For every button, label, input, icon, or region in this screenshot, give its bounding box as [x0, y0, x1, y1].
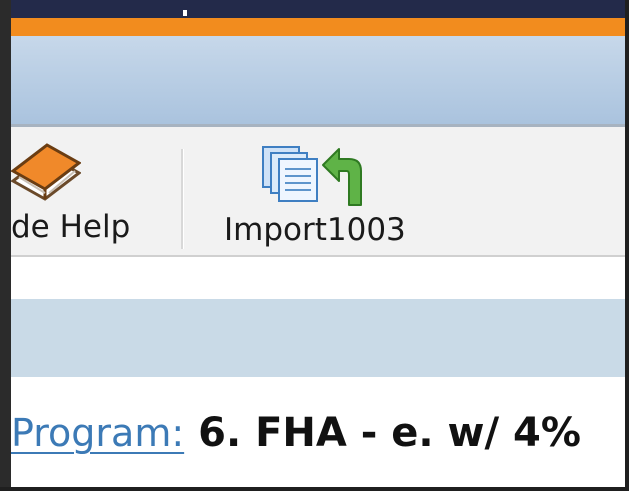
- title-strip: [11, 0, 629, 18]
- window-right-border: [625, 0, 629, 491]
- help-button[interactable]: de Help: [11, 127, 181, 253]
- spacer-band: [11, 257, 625, 299]
- ribbon-toolbar: de Help Import1003: [11, 127, 625, 257]
- app-window: de Help Import1003 Program: 6. FHA - e. …: [0, 0, 629, 491]
- toolbar-separator: [181, 149, 184, 249]
- import-1003-button[interactable]: Import1003: [211, 127, 431, 253]
- program-row: Program: 6. FHA - e. w/ 4%: [11, 413, 581, 453]
- loan-details-panel: Program: 6. FHA - e. w/ 4%: [11, 377, 625, 491]
- book-icon: [11, 141, 81, 201]
- help-button-label: de Help: [11, 209, 131, 245]
- import-1003-label: Import1003: [224, 212, 406, 248]
- program-link[interactable]: Program:: [11, 411, 184, 455]
- import-documents-icon: [261, 143, 386, 207]
- window-left-border: [0, 0, 11, 491]
- window-bottom-border: [0, 487, 629, 491]
- program-value: 6. FHA - e. w/ 4%: [198, 410, 581, 456]
- header-band: [11, 36, 625, 124]
- accent-bar: [11, 18, 625, 36]
- title-strip-marker: [183, 10, 187, 16]
- section-header-band: [11, 299, 625, 377]
